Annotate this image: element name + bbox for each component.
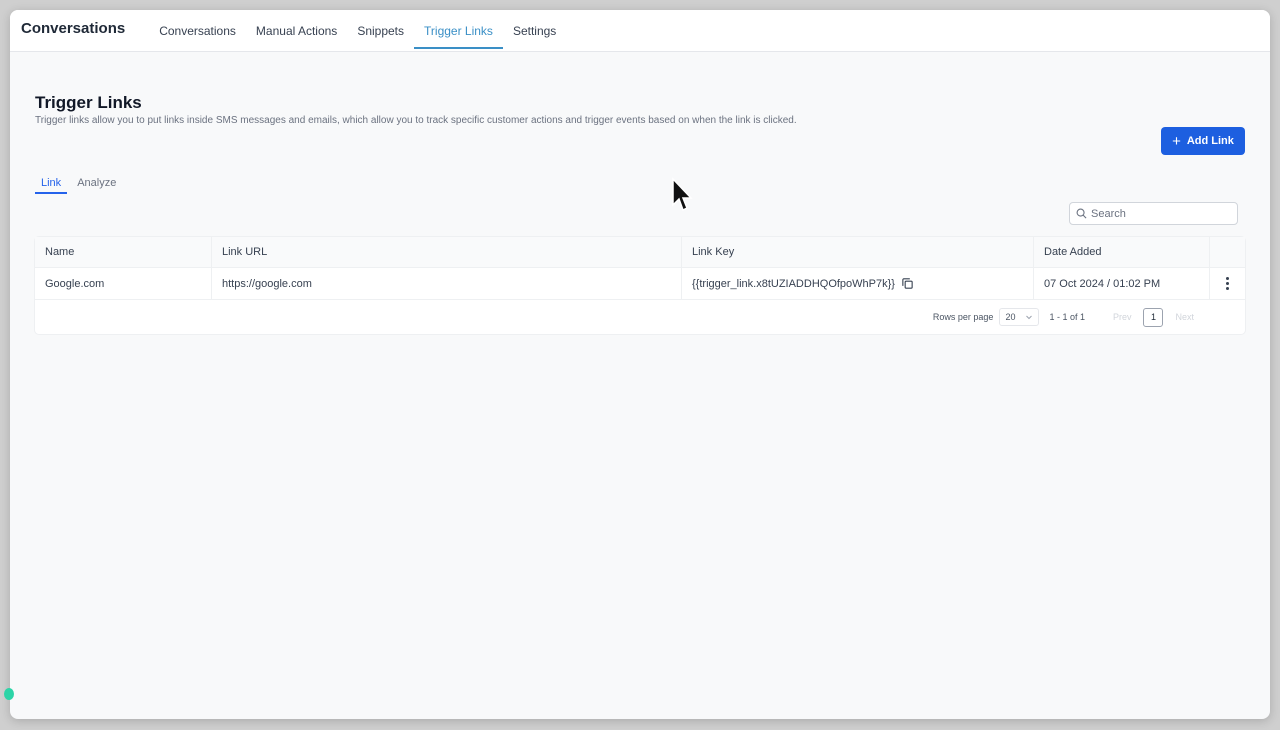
table-pagination: Rows per page 20 1 - 1 of 1 Prev 1 Next bbox=[35, 300, 1245, 334]
rows-per-page-value: 20 bbox=[1005, 312, 1016, 322]
sub-tabs: Link Analyze bbox=[35, 175, 122, 194]
copy-icon[interactable] bbox=[901, 277, 914, 290]
table-header-row: Name Link URL Link Key Date Added bbox=[35, 237, 1245, 268]
more-options-icon[interactable] bbox=[1226, 277, 1229, 290]
next-page-button[interactable]: Next bbox=[1175, 312, 1194, 322]
current-page-button[interactable]: 1 bbox=[1143, 307, 1164, 327]
nav-tab-settings[interactable]: Settings bbox=[503, 10, 566, 51]
table-row[interactable]: Google.com https://google.com {{trigger_… bbox=[35, 268, 1245, 300]
rows-per-page-label: Rows per page bbox=[932, 312, 994, 322]
pagination-range: 1 - 1 of 1 bbox=[1049, 312, 1085, 322]
page-title: Trigger Links bbox=[35, 93, 142, 112]
column-header-actions bbox=[1210, 237, 1245, 267]
cell-link-url: https://google.com bbox=[212, 268, 682, 299]
main-nav: Conversations Manual Actions Snippets Tr… bbox=[149, 10, 566, 51]
cell-name: Google.com bbox=[35, 268, 212, 299]
nav-tab-conversations[interactable]: Conversations bbox=[149, 10, 246, 51]
subtab-link[interactable]: Link bbox=[35, 175, 68, 194]
trigger-links-table: Name Link URL Link Key Date Added Google… bbox=[35, 237, 1245, 334]
plus-icon: + bbox=[1172, 132, 1181, 150]
nav-tab-manual-actions[interactable]: Manual Actions bbox=[246, 10, 347, 51]
nav-tab-trigger-links[interactable]: Trigger Links bbox=[414, 10, 503, 51]
search-input[interactable] bbox=[1091, 207, 1231, 220]
page-description: Trigger links allow you to put links ins… bbox=[35, 115, 797, 126]
app-window: Conversations Conversations Manual Actio… bbox=[10, 10, 1270, 719]
column-header-link-url[interactable]: Link URL bbox=[212, 237, 682, 267]
row-actions bbox=[1210, 268, 1245, 299]
cell-date-added: 07 Oct 2024 / 01:02 PM bbox=[1034, 268, 1210, 299]
nav-tab-snippets[interactable]: Snippets bbox=[347, 10, 414, 51]
column-header-date-added[interactable]: Date Added bbox=[1034, 237, 1210, 267]
cell-link-key: {{trigger_link.x8tUZIADDHQOfpoWhP7k}} bbox=[682, 268, 1034, 299]
search-box[interactable] bbox=[1069, 202, 1238, 225]
subtab-analyze[interactable]: Analyze bbox=[71, 175, 122, 194]
status-dot bbox=[4, 688, 14, 700]
chevron-down-icon bbox=[1026, 315, 1033, 320]
mouse-cursor-icon bbox=[672, 177, 693, 212]
link-key-text: {{trigger_link.x8tUZIADDHQOfpoWhP7k}} bbox=[692, 277, 895, 290]
add-link-button[interactable]: + Add Link bbox=[1161, 127, 1245, 155]
search-icon bbox=[1076, 208, 1087, 219]
app-title: Conversations bbox=[21, 20, 126, 37]
top-nav-bar: Conversations Conversations Manual Actio… bbox=[10, 10, 1270, 52]
rows-per-page-select[interactable]: 20 bbox=[999, 308, 1040, 326]
prev-page-button[interactable]: Prev bbox=[1113, 312, 1132, 322]
column-header-name[interactable]: Name bbox=[35, 237, 212, 267]
add-link-label: Add Link bbox=[1186, 135, 1234, 147]
column-header-link-key[interactable]: Link Key bbox=[682, 237, 1034, 267]
